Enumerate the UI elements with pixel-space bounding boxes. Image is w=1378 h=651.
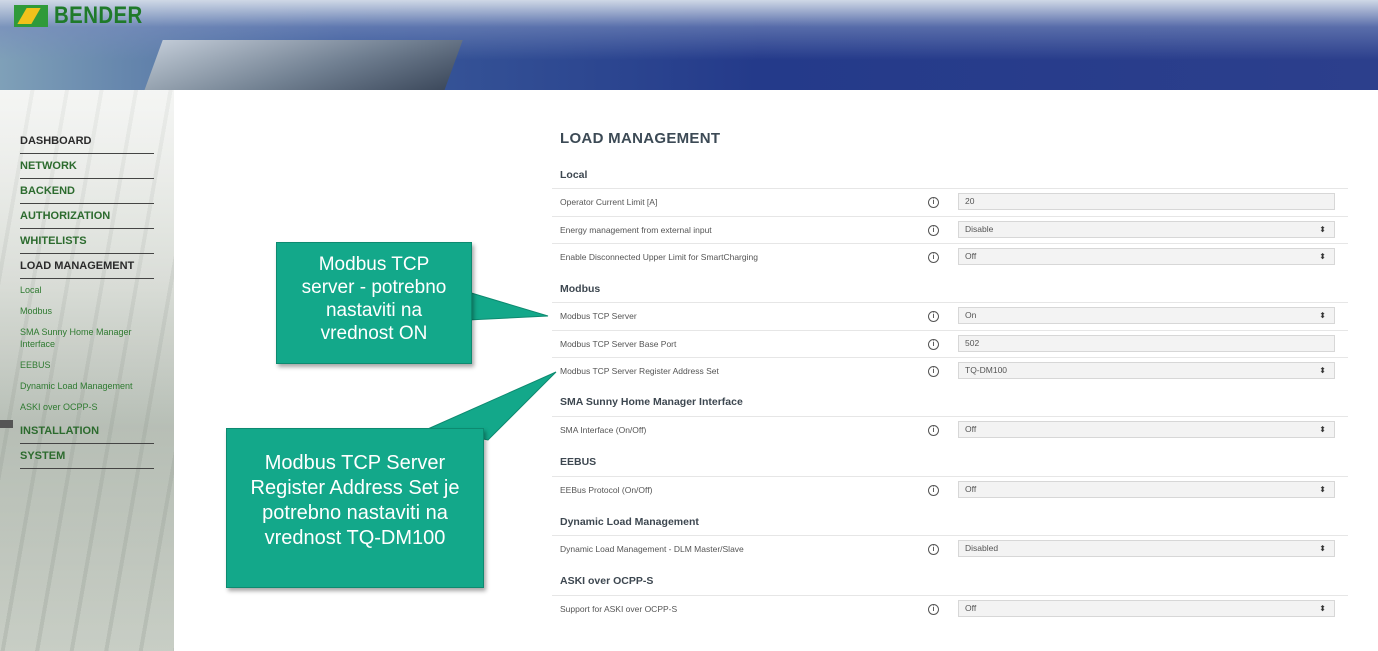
callout-line: server - potrebno xyxy=(301,277,447,298)
callout-line: Register Address Set je xyxy=(250,477,460,499)
callout-line: nastaviti na xyxy=(325,300,423,321)
callout-line: vrednost TQ-DM100 xyxy=(264,527,446,549)
callout-pointers xyxy=(428,291,557,441)
callout-line: Modbus TCP xyxy=(318,254,430,275)
callout-line: potrebno nastaviti na xyxy=(262,502,448,524)
callout-line: Modbus TCP Server xyxy=(264,452,446,474)
callout-register-address-set: Modbus TCP Server Register Address Set j… xyxy=(226,428,484,588)
callout-modbus-tcp-server: Modbus TCP server - potrebno nastaviti n… xyxy=(276,242,472,364)
callout-line: vrednost ON xyxy=(320,323,428,344)
callout-1-pointer xyxy=(467,291,549,321)
